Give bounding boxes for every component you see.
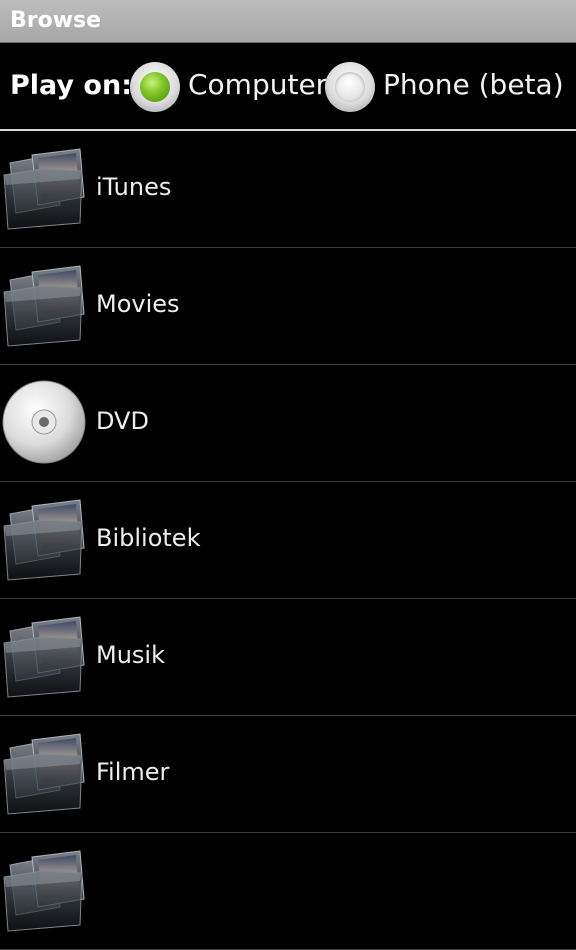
photo-folder-icon: [2, 496, 86, 582]
list-item-label: iTunes: [96, 173, 172, 201]
list-item-label: Musik: [96, 641, 165, 669]
list-item-label: DVD: [96, 407, 149, 435]
browse-list: iTunes Movies DVD Bibliotek Musik Filmer: [0, 131, 576, 950]
photo-folder-icon: [2, 730, 86, 816]
radio-computer[interactable]: Computer: [130, 62, 327, 112]
radio-phone-label: Phone (beta): [383, 68, 564, 101]
list-item[interactable]: Bibliotek: [0, 482, 576, 599]
list-item-label: Filmer: [96, 758, 170, 786]
list-item[interactable]: DVD: [0, 365, 576, 482]
list-item[interactable]: Musik: [0, 599, 576, 716]
radio-computer-label: Computer: [188, 68, 328, 101]
list-item[interactable]: iTunes: [0, 131, 576, 248]
list-item-label: Movies: [96, 290, 180, 318]
title-bar: Browse: [0, 0, 576, 43]
list-item[interactable]: Filmer: [0, 716, 576, 833]
play-on-label: Play on:: [10, 70, 133, 101]
photo-folder-icon: [2, 145, 86, 231]
list-item-label: Bibliotek: [96, 524, 201, 552]
dvd-disc-icon: [2, 379, 86, 465]
list-item[interactable]: Movies: [0, 248, 576, 365]
radio-button-unchecked-icon: [325, 62, 375, 112]
photo-folder-icon: [2, 847, 86, 933]
list-item[interactable]: [0, 833, 576, 950]
radio-button-checked-icon: [130, 62, 180, 112]
play-on-row: Play on: Computer Phone (beta): [0, 43, 576, 129]
photo-folder-icon: [2, 262, 86, 348]
radio-phone[interactable]: Phone (beta): [325, 62, 570, 112]
page-title: Browse: [10, 8, 102, 33]
photo-folder-icon: [2, 613, 86, 699]
